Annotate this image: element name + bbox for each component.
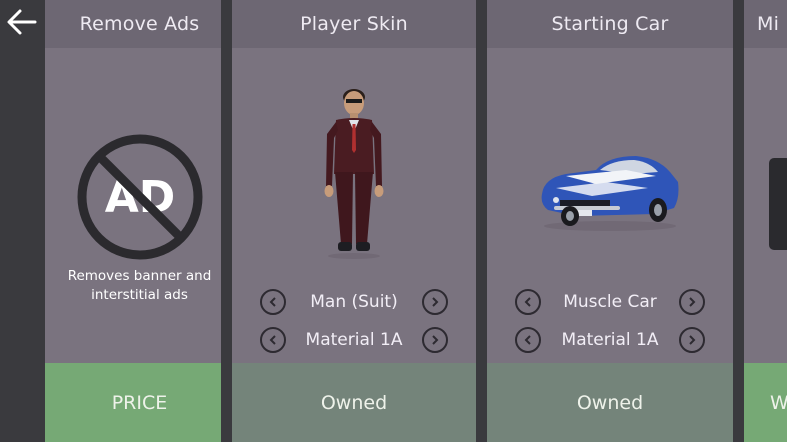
car-material-row: Material 1A [487,325,733,355]
skin-prev-button[interactable] [260,289,286,315]
car-material-label: Material 1A [561,330,659,350]
starting-car-card: Starting Car Muscle Car Material 1A Owne… [487,0,733,442]
chevron-left-icon [269,335,276,345]
car-name-label: Muscle Car [563,292,657,312]
car-next-button[interactable] [679,289,705,315]
skin-material-label: Material 1A [305,330,403,350]
car-owned-button[interactable]: Owned [487,363,733,442]
chevron-left-icon [524,297,531,307]
price-button[interactable]: PRICE [45,363,234,442]
chevron-right-icon [432,297,439,307]
no-ads-icon: AD [77,134,202,260]
next-card-partial[interactable]: Mi W [744,0,787,442]
car-material-prev-button[interactable] [515,327,541,353]
no-ads-image: AD [45,132,234,262]
chevron-right-icon [689,297,696,307]
description-line-1: Removes banner and [67,268,212,284]
skin-selector-row: Man (Suit) [232,287,476,317]
remove-ads-description: Removes banner and interstitial ads [45,267,234,305]
partial-item-icon [769,158,787,250]
chevron-right-icon [689,335,696,345]
next-card-button[interactable]: W [744,363,787,442]
card-title: Player Skin [232,0,476,48]
starting-car-preview [487,150,733,234]
chevron-right-icon [432,335,439,345]
player-man-suit-image [324,89,384,259]
chevron-left-icon [269,297,276,307]
skin-material-row: Material 1A [232,325,476,355]
car-material-next-button[interactable] [679,327,705,353]
card-title: Starting Car [487,0,733,48]
skin-material-prev-button[interactable] [260,327,286,353]
skin-owned-button[interactable]: Owned [232,363,476,442]
player-skin-card: Player Skin Man (Suit) Material 1A Owned [232,0,476,442]
player-skin-preview [232,86,476,264]
description-line-2: interstitial ads [91,287,188,303]
card-title: Remove Ads [45,0,234,48]
chevron-left-icon [524,335,531,345]
car-selector-row: Muscle Car [487,287,733,317]
skin-next-button[interactable] [422,289,448,315]
arrow-left-icon [7,9,37,35]
back-button[interactable] [0,0,44,44]
skin-name-label: Man (Suit) [310,292,398,312]
car-prev-button[interactable] [515,289,541,315]
card-title: Mi [744,0,787,48]
skin-material-next-button[interactable] [422,327,448,353]
remove-ads-card: Remove Ads AD Removes banner and interst… [45,0,234,442]
muscle-car-image [541,156,679,231]
